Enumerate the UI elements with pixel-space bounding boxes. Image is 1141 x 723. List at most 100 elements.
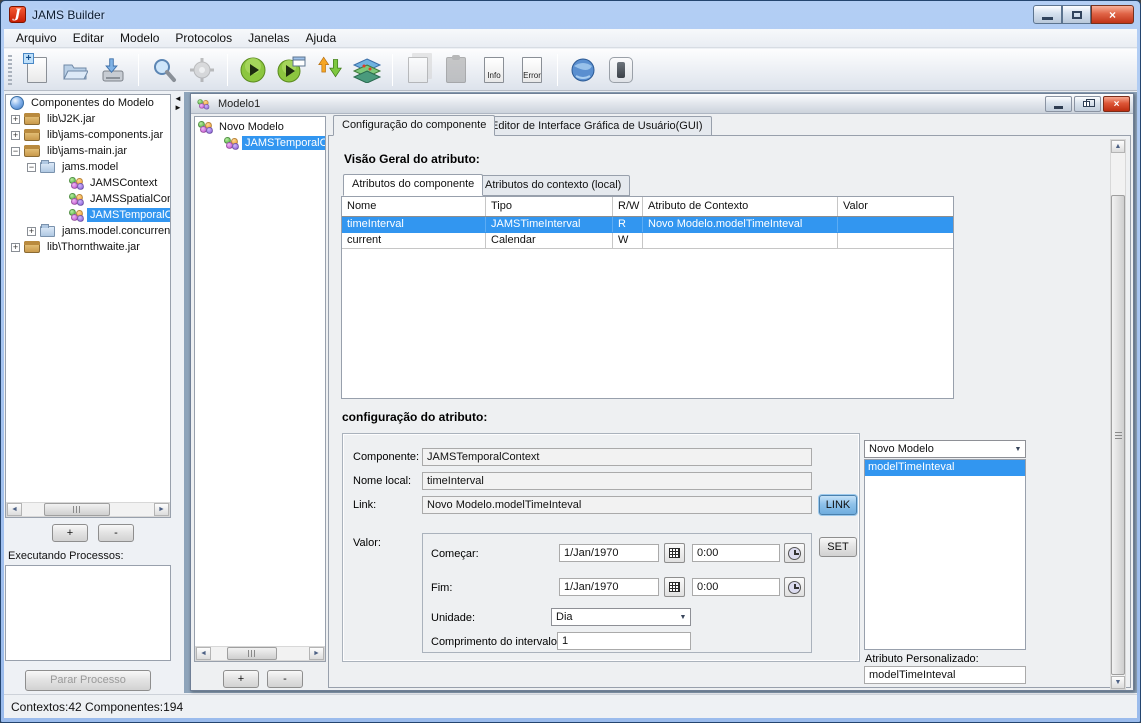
model-add-button[interactable]: + <box>223 670 259 688</box>
model-tree-root[interactable]: Novo Modelo <box>195 119 325 135</box>
run-model-button[interactable] <box>234 51 272 89</box>
list-item-modeltimeinteval[interactable]: modelTimeInteval <box>865 460 1025 476</box>
tree-item-jams-components[interactable]: + lib\jams-components.jar <box>6 127 170 143</box>
settings-button[interactable] <box>183 51 221 89</box>
search-button[interactable] <box>145 51 183 89</box>
new-model-button[interactable]: + <box>18 51 56 89</box>
comecar-time-field[interactable]: 0:00 <box>692 544 780 562</box>
clock-icon <box>788 547 801 560</box>
menu-ajuda[interactable]: Ajuda <box>297 29 344 47</box>
menu-arquivo[interactable]: Arquivo <box>8 29 65 47</box>
tree-item-jamsspatialcontext[interactable]: JAMSSpatialConte <box>6 191 170 207</box>
open-model-button[interactable] <box>56 51 94 89</box>
tree-item-jams-main[interactable]: − lib\jams-main.jar <box>6 143 170 159</box>
scroll-left-arrow[interactable]: ◄ <box>7 503 22 516</box>
fim-clock-button[interactable] <box>784 577 805 597</box>
power-button[interactable] <box>602 51 640 89</box>
componente-field[interactable]: JAMSTemporalContext <box>422 448 812 466</box>
scroll-right-arrow[interactable]: ► <box>154 503 169 516</box>
column-header-nome[interactable]: Nome <box>342 197 486 216</box>
fim-date-field[interactable]: 1/Jan/1970 <box>559 578 659 596</box>
expand-icon[interactable]: + <box>11 131 20 140</box>
column-header-tipo[interactable]: Tipo <box>486 197 613 216</box>
tab-configuracao-componente[interactable]: Configuração do componente <box>333 115 495 136</box>
column-header-rw[interactable]: R/W <box>613 197 643 216</box>
model-restore-button[interactable] <box>1074 96 1101 112</box>
model-window-titlebar[interactable]: Modelo1 × <box>191 94 1133 114</box>
model-close-button[interactable]: × <box>1103 96 1130 112</box>
running-processes-list[interactable] <box>5 565 171 661</box>
table-row-current[interactable]: current Calendar W <box>342 233 953 249</box>
menu-editar[interactable]: Editar <box>65 29 112 47</box>
comecar-date-field[interactable]: 1/Jan/1970 <box>559 544 659 562</box>
update-components-button[interactable] <box>310 51 348 89</box>
tree-item-jamstemporalcontext[interactable]: JAMSTemporalCon <box>6 207 170 223</box>
minimize-button[interactable] <box>1033 5 1062 24</box>
collapse-right-icon[interactable]: ► <box>174 103 182 112</box>
column-header-atributo-contexto[interactable]: Atributo de Contexto <box>643 197 838 216</box>
toolbar-drag-handle[interactable] <box>8 55 12 85</box>
run-model-gui-button[interactable] <box>272 51 310 89</box>
copy-button[interactable] <box>399 51 437 89</box>
model-minimize-button[interactable] <box>1045 96 1072 112</box>
menu-janelas[interactable]: Janelas <box>240 29 297 47</box>
menu-protocolos[interactable]: Protocolos <box>167 29 240 47</box>
fim-time-field[interactable]: 0:00 <box>692 578 780 596</box>
tab-editor-gui[interactable]: Editor de Interface Gráfica de Usuário(G… <box>482 116 712 136</box>
add-component-button[interactable]: + <box>52 524 88 542</box>
set-button[interactable]: SET <box>819 537 857 557</box>
expand-icon[interactable]: + <box>11 243 20 252</box>
expand-icon[interactable]: + <box>11 115 20 124</box>
tree-root-componentes[interactable]: Componentes do Modelo <box>6 95 170 111</box>
title-bar[interactable]: J JAMS Builder × <box>1 1 1140 29</box>
tree-item-jams-model-concurrent[interactable]: + jams.model.concurren <box>6 223 170 239</box>
model-tree-item-temporalcontext[interactable]: JAMSTemporalCont <box>195 135 325 151</box>
unidade-combo[interactable]: Dia ▼ <box>551 608 691 626</box>
tree-item-jamscontext[interactable]: JAMSContext <box>6 175 170 191</box>
tree-item-thornthwaite[interactable]: + lib\Thornthwaite.jar <box>6 239 170 255</box>
nome-local-field[interactable]: timeInterval <box>422 472 812 490</box>
panel-splitter[interactable]: ◄ ► <box>173 92 184 693</box>
fim-calendar-button[interactable] <box>664 577 685 597</box>
comecar-calendar-button[interactable] <box>664 543 685 563</box>
menu-modelo[interactable]: Modelo <box>112 29 167 47</box>
web-button[interactable] <box>564 51 602 89</box>
custom-attribute-field[interactable]: modelTimeInteval <box>864 666 1026 684</box>
config-pane-vscrollbar[interactable]: ▲ ▼ <box>1110 139 1126 690</box>
tab-atributos-componente[interactable]: Atributos do componente <box>343 174 483 196</box>
paste-button[interactable] <box>437 51 475 89</box>
context-attribute-list[interactable]: modelTimeInteval <box>864 459 1026 650</box>
info-log-button[interactable]: Info <box>475 51 513 89</box>
scrollbar-thumb[interactable] <box>1111 195 1125 675</box>
maximize-button[interactable] <box>1062 5 1091 24</box>
comecar-clock-button[interactable] <box>784 543 805 563</box>
model-remove-button[interactable]: - <box>267 670 303 688</box>
table-row-timeinterval[interactable]: timeInterval JAMSTimeInterval R Novo Mod… <box>342 217 953 233</box>
tree-item-j2k[interactable]: + lib\J2K.jar <box>6 111 170 127</box>
context-combo[interactable]: Novo Modelo ▼ <box>864 440 1026 458</box>
gis-layers-button[interactable] <box>348 51 386 89</box>
error-log-button[interactable]: Error <box>513 51 551 89</box>
column-header-valor[interactable]: Valor <box>838 197 953 216</box>
scroll-right-arrow[interactable]: ► <box>309 647 324 660</box>
remove-component-button[interactable]: - <box>98 524 134 542</box>
tree-item-jams-model[interactable]: − jams.model <box>6 159 170 175</box>
stop-process-button[interactable]: Parar Processo <box>25 670 151 691</box>
save-model-button[interactable] <box>94 51 132 89</box>
link-field[interactable]: Novo Modelo.modelTimeInteval <box>422 496 812 514</box>
scrollbar-thumb[interactable] <box>227 647 277 660</box>
collapse-left-icon[interactable]: ◄ <box>174 94 182 103</box>
scroll-left-arrow[interactable]: ◄ <box>196 647 211 660</box>
component-tree-hscrollbar[interactable]: ◄ ► <box>6 502 170 517</box>
model-tree-hscrollbar[interactable]: ◄ ► <box>195 646 325 661</box>
scroll-up-arrow[interactable]: ▲ <box>1111 140 1125 153</box>
collapse-icon[interactable]: − <box>27 163 36 172</box>
link-button[interactable]: LINK <box>819 495 857 515</box>
scrollbar-thumb[interactable] <box>44 503 110 516</box>
comprimento-field[interactable]: 1 <box>557 632 691 650</box>
scroll-down-arrow[interactable]: ▼ <box>1111 676 1125 689</box>
collapse-icon[interactable]: − <box>11 147 20 156</box>
close-button[interactable]: × <box>1091 5 1134 24</box>
expand-icon[interactable]: + <box>27 227 36 236</box>
tab-atributos-contexto[interactable]: Atributos do contexto (local) <box>476 175 630 196</box>
